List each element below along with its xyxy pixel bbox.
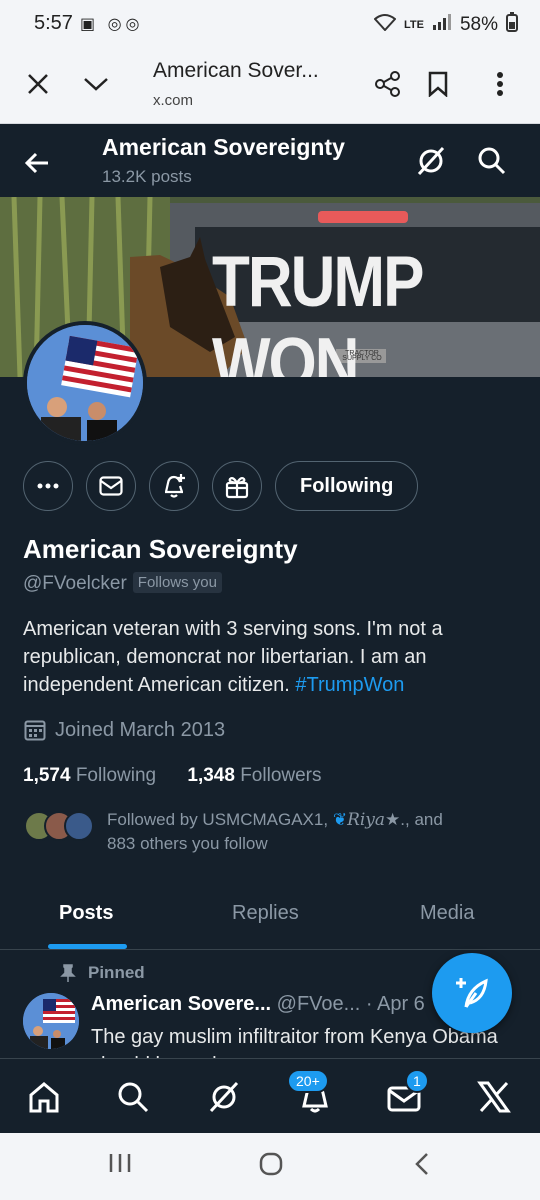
home-circle-icon[interactable]	[258, 1151, 284, 1184]
back-chevron-icon[interactable]	[412, 1151, 432, 1184]
envelope-icon	[99, 476, 123, 496]
share-icon[interactable]	[368, 64, 408, 104]
notifications-badge: 20+	[287, 1069, 329, 1093]
profile-name: American Sovereignty	[23, 534, 298, 564]
android-nav-bar	[0, 1133, 540, 1200]
profile-bio: American veteran with 3 serving sons. I'…	[23, 615, 517, 699]
profile-handle: @FVoelcker	[23, 573, 127, 594]
more-horizontal-icon	[37, 483, 59, 489]
tab-posts[interactable]: Posts	[59, 902, 113, 925]
notify-button[interactable]	[149, 461, 199, 511]
following-count: 1,574	[23, 765, 71, 786]
grok-icon[interactable]	[413, 143, 449, 179]
joined-date: Joined March 2013	[23, 718, 225, 742]
post-avatar[interactable]	[23, 993, 79, 1049]
recent-apps-icon[interactable]	[108, 1151, 132, 1182]
close-icon[interactable]	[18, 64, 58, 104]
page-url[interactable]: x.com	[153, 92, 193, 109]
tab-media[interactable]: Media	[420, 902, 474, 925]
followed-by-line2: 883 others you follow	[107, 834, 268, 853]
bottom-nav: 20+ 1	[0, 1058, 540, 1133]
lte-label: LTE	[404, 19, 424, 31]
feather-plus-icon	[456, 978, 488, 1008]
butterfly-icon: ❦	[332, 810, 348, 829]
followed-by-text: Followed by USMCMAGAX1, ❦Riya★., and 883…	[107, 808, 517, 856]
status-time: 5:57	[34, 12, 73, 34]
following-label: Following	[75, 765, 157, 786]
followers-label: Followers	[240, 765, 322, 786]
messages-badge: 1	[405, 1069, 429, 1093]
profile-tabs: Posts Replies Media	[0, 880, 540, 950]
search-icon[interactable]	[474, 143, 510, 179]
gift-button[interactable]	[212, 461, 262, 511]
message-button[interactable]	[86, 461, 136, 511]
profile-handle-row: @FVoelcker Follows you	[23, 572, 222, 595]
x-premium-icon[interactable]	[474, 1077, 514, 1117]
following-stat[interactable]: 1,574 Following	[23, 765, 156, 786]
followers-stat[interactable]: 1,348 Followers	[187, 765, 321, 786]
header-name: American Sovereignty	[102, 134, 345, 160]
status-right: LTE 58%	[373, 12, 518, 38]
tab-replies[interactable]: Replies	[232, 902, 299, 925]
follows-you-badge: Follows you	[132, 572, 222, 593]
pinned-label: Pinned	[88, 963, 145, 982]
header-post-count: 13.2K posts	[102, 167, 192, 186]
back-arrow-icon[interactable]	[20, 145, 56, 181]
following-button[interactable]: Following	[275, 461, 419, 511]
pin-icon	[60, 964, 76, 982]
home-icon[interactable]	[24, 1077, 64, 1117]
profile-header: American Sovereignty 13.2K posts	[0, 125, 540, 197]
post-author[interactable]: American Sovere...	[91, 993, 271, 1015]
page-title[interactable]: American Sover...	[153, 59, 319, 83]
followed-by-suffix: ★., and	[385, 810, 443, 829]
followed-by-prefix: Followed by USMCMAGAX1,	[107, 810, 329, 829]
bio-hashtag-link[interactable]: #TrumpWon	[295, 674, 404, 696]
tailgate-badge: TRACTOR SUPPLY CO	[342, 350, 382, 362]
bookmark-icon[interactable]	[418, 64, 458, 104]
follow-stats: 1,574 Following 1,348 Followers	[23, 765, 322, 787]
followed-by-name2: Riya	[347, 810, 386, 830]
notification-icons: ▣ ◎◎	[80, 16, 144, 33]
more-button[interactable]	[23, 461, 73, 511]
follower-avatars	[24, 811, 94, 841]
profile-avatar[interactable]	[23, 321, 147, 445]
pinned-label-row: Pinned	[60, 963, 145, 983]
battery-percent: 58%	[459, 14, 498, 35]
calendar-icon	[24, 720, 46, 741]
wifi-icon	[373, 13, 397, 37]
signal-icon	[432, 13, 452, 37]
chevron-down-icon[interactable]	[76, 64, 116, 104]
active-tab-indicator	[48, 944, 127, 949]
gift-icon	[225, 477, 249, 499]
battery-icon	[506, 12, 518, 38]
status-bar: 5:57 ▣ ◎◎ LTE 58%	[0, 0, 540, 46]
bell-plus-icon	[164, 474, 185, 498]
post-date: · Apr 6	[365, 993, 425, 1015]
followers-count: 1,348	[187, 765, 235, 786]
grok-nav-icon[interactable]	[204, 1077, 244, 1117]
compose-button[interactable]	[432, 953, 512, 1033]
explore-search-icon[interactable]	[113, 1077, 153, 1117]
joined-text: Joined March 2013	[55, 718, 226, 741]
browser-toolbar: American Sover... x.com	[0, 46, 540, 124]
post-handle: @FVoe...	[276, 993, 361, 1015]
more-vertical-icon[interactable]	[480, 64, 520, 104]
profile-actions: Following	[23, 461, 419, 511]
post-header: American Sovere... @FVoe... · Apr 6	[91, 993, 425, 1016]
